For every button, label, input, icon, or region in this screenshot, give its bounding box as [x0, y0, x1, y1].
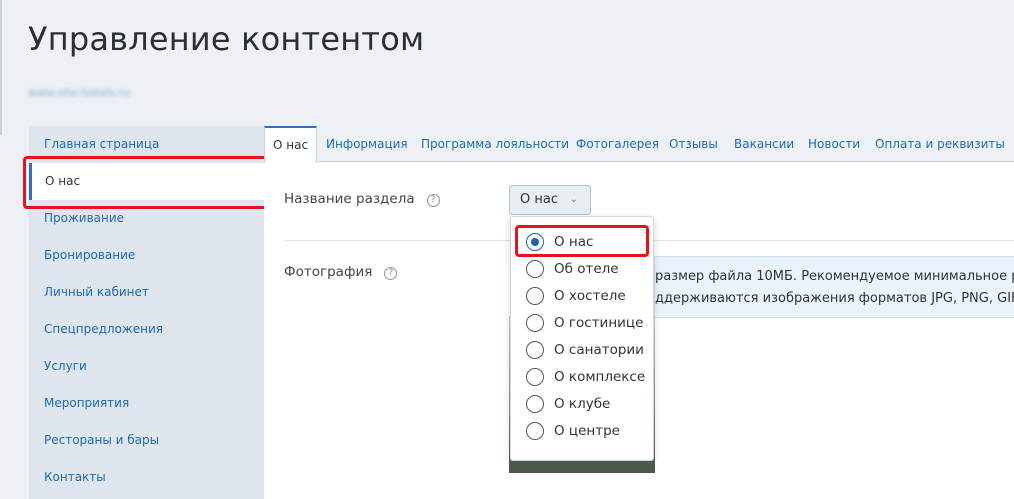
radio-icon[interactable]: [526, 368, 544, 386]
option-about-sanatorium[interactable]: О санатории: [511, 337, 655, 364]
radio-icon[interactable]: [526, 422, 544, 440]
tab-news[interactable]: Новости: [808, 126, 860, 162]
page-left-rule: [0, 0, 2, 135]
option-label: Об отеле: [554, 261, 619, 277]
upload-info-box: размер файла 10МБ. Рекомендуемое минимал…: [654, 256, 1014, 318]
radio-icon[interactable]: [526, 287, 544, 305]
sidebar-item-contacts[interactable]: Контакты: [29, 459, 264, 496]
sidebar-item-accommodation[interactable]: Проживание: [29, 200, 264, 237]
section-name-field: Название раздела?: [284, 191, 440, 207]
option-about-club[interactable]: О клубе: [511, 391, 655, 418]
option-about-complex[interactable]: О комплексе: [511, 364, 655, 391]
radio-icon[interactable]: [526, 314, 544, 332]
sidebar: Главная страница О нас Проживание Бронир…: [29, 126, 264, 499]
option-label: О гостинице: [554, 315, 644, 331]
tab-about[interactable]: О нас: [264, 126, 318, 163]
section-name-select[interactable]: О нас ⌄: [509, 185, 591, 215]
option-label: О санатории: [554, 342, 644, 358]
sidebar-item-booking[interactable]: Бронирование: [29, 237, 264, 274]
option-label: О хостеле: [554, 288, 626, 304]
radio-icon[interactable]: [526, 260, 544, 278]
tab-vacancies[interactable]: Вакансии: [734, 126, 794, 162]
option-about-center[interactable]: О центре: [511, 418, 655, 445]
option-about[interactable]: О нас: [511, 229, 655, 256]
sidebar-item-home[interactable]: Главная страница: [29, 126, 264, 163]
option-label: О нас: [554, 234, 594, 250]
help-icon[interactable]: ?: [426, 194, 440, 207]
tab-payment-details[interactable]: Оплата и реквизиты: [875, 126, 1005, 162]
tab-loyalty-program[interactable]: Программа лояльности: [421, 126, 569, 162]
photo-field: Фотография?: [284, 264, 398, 280]
tab-bar: О нас Информация Программа лояльности Фо…: [264, 126, 1014, 163]
option-label: О комплексе: [554, 369, 646, 385]
sidebar-item-services[interactable]: Услуги: [29, 348, 264, 385]
tab-reviews[interactable]: Отзывы: [669, 126, 718, 162]
section-name-select-value: О нас: [520, 192, 558, 207]
sidebar-item-about[interactable]: О нас: [29, 163, 264, 200]
sidebar-item-events[interactable]: Мероприятия: [29, 385, 264, 422]
sidebar-item-account[interactable]: Личный кабинет: [29, 274, 264, 311]
option-about-hotel[interactable]: Об отеле: [511, 256, 655, 283]
photo-label: Фотография: [284, 264, 373, 280]
tab-information[interactable]: Информация: [326, 126, 408, 162]
site-url[interactable]: www.site-hotels.ru: [28, 86, 130, 99]
option-label: О клубе: [554, 396, 611, 412]
tab-photo-gallery[interactable]: Фотогалерея: [576, 126, 659, 162]
help-icon[interactable]: ?: [384, 267, 398, 280]
option-label: О центре: [554, 423, 620, 439]
sidebar-item-special-offers[interactable]: Спецпредложения: [29, 311, 264, 348]
radio-checked-icon[interactable]: [526, 233, 544, 251]
upload-info-line: размер файла 10МБ. Рекомендуемое минимал…: [655, 269, 1014, 284]
option-about-guesthouse[interactable]: О гостинице: [511, 310, 655, 337]
page-title: Управление контентом: [28, 20, 425, 58]
upload-info-line: ддерживаются изображения форматов JPG, P…: [655, 291, 1014, 306]
radio-icon[interactable]: [526, 341, 544, 359]
radio-icon[interactable]: [526, 395, 544, 413]
sidebar-item-restaurants[interactable]: Рестораны и бары: [29, 422, 264, 459]
option-about-hostel[interactable]: О хостеле: [511, 283, 655, 310]
chevron-down-icon: ⌄: [569, 194, 578, 205]
section-name-dropdown: О нас Об отеле О хостеле О гостинице О с…: [510, 216, 654, 461]
section-name-label: Название раздела: [284, 191, 415, 207]
